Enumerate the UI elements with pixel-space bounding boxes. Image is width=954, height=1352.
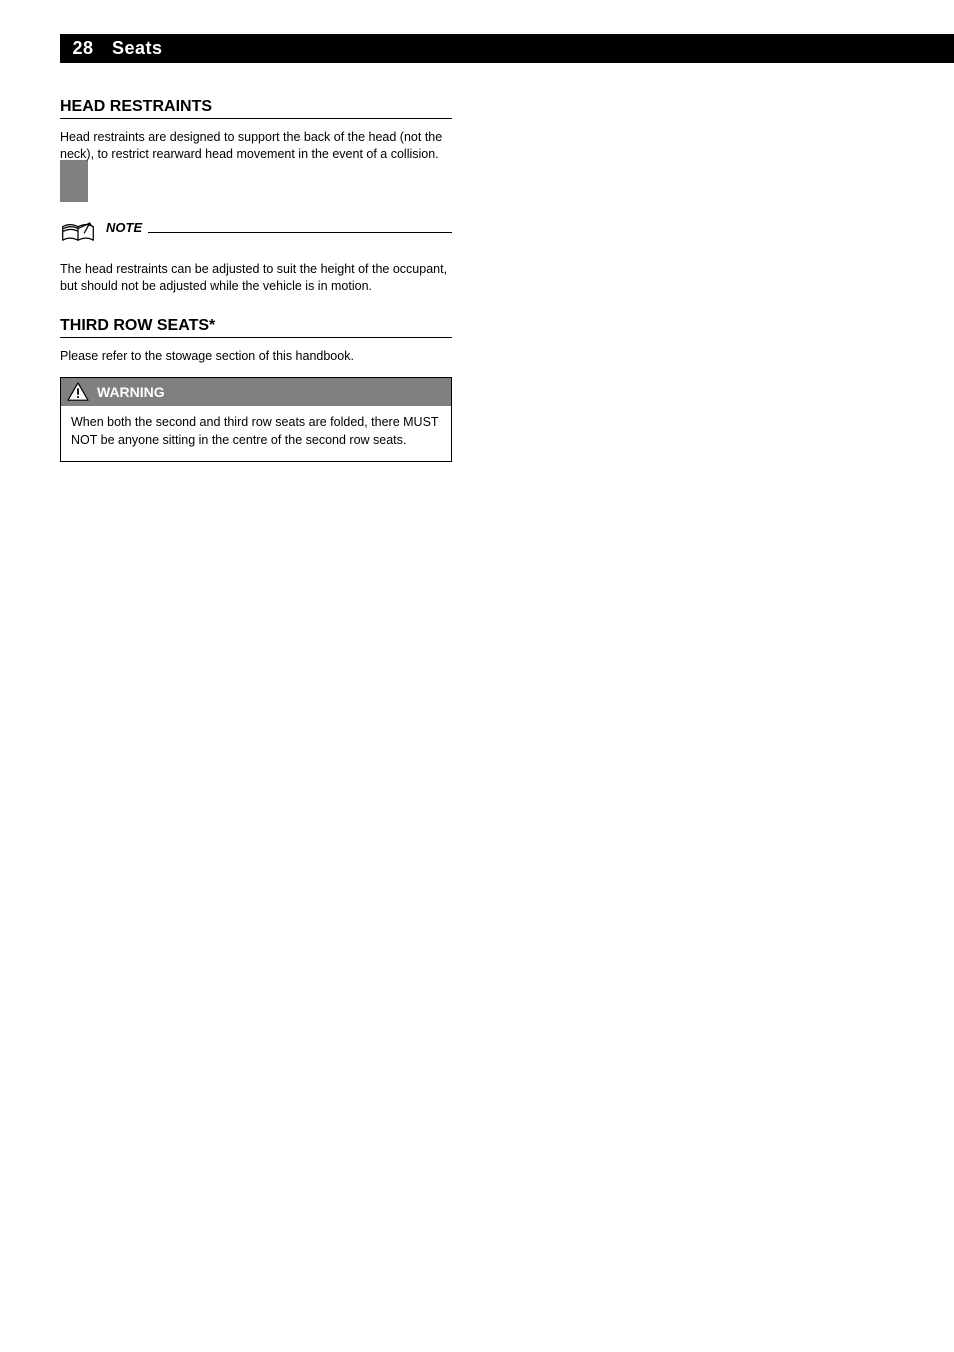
page-number: 28 [60, 38, 100, 59]
note-row: NOTE [60, 220, 452, 251]
manual-book-icon [60, 220, 96, 251]
main-content: HEAD RESTRAINTS Head restraints are desi… [60, 98, 452, 462]
header-title: Seats [100, 38, 163, 59]
warning-triangle-icon [67, 382, 89, 402]
section-third-row-para: Please refer to the stowage section of t… [60, 348, 452, 365]
section-head-restraints-para: Head restraints are designed to support … [60, 129, 452, 164]
header-bar: 28 Seats [60, 34, 954, 63]
note-label: NOTE [106, 220, 148, 235]
section-head-restraints-title: HEAD RESTRAINTS [60, 98, 452, 119]
warning-box: WARNING When both the second and third r… [60, 377, 452, 462]
warning-header: WARNING [61, 378, 451, 406]
warning-body: When both the second and third row seats… [61, 406, 451, 461]
note-body: The head restraints can be adjusted to s… [60, 261, 452, 296]
section-third-row-title: THIRD ROW SEATS* [60, 317, 452, 338]
warning-label: WARNING [97, 384, 165, 400]
note-rule [148, 220, 452, 233]
